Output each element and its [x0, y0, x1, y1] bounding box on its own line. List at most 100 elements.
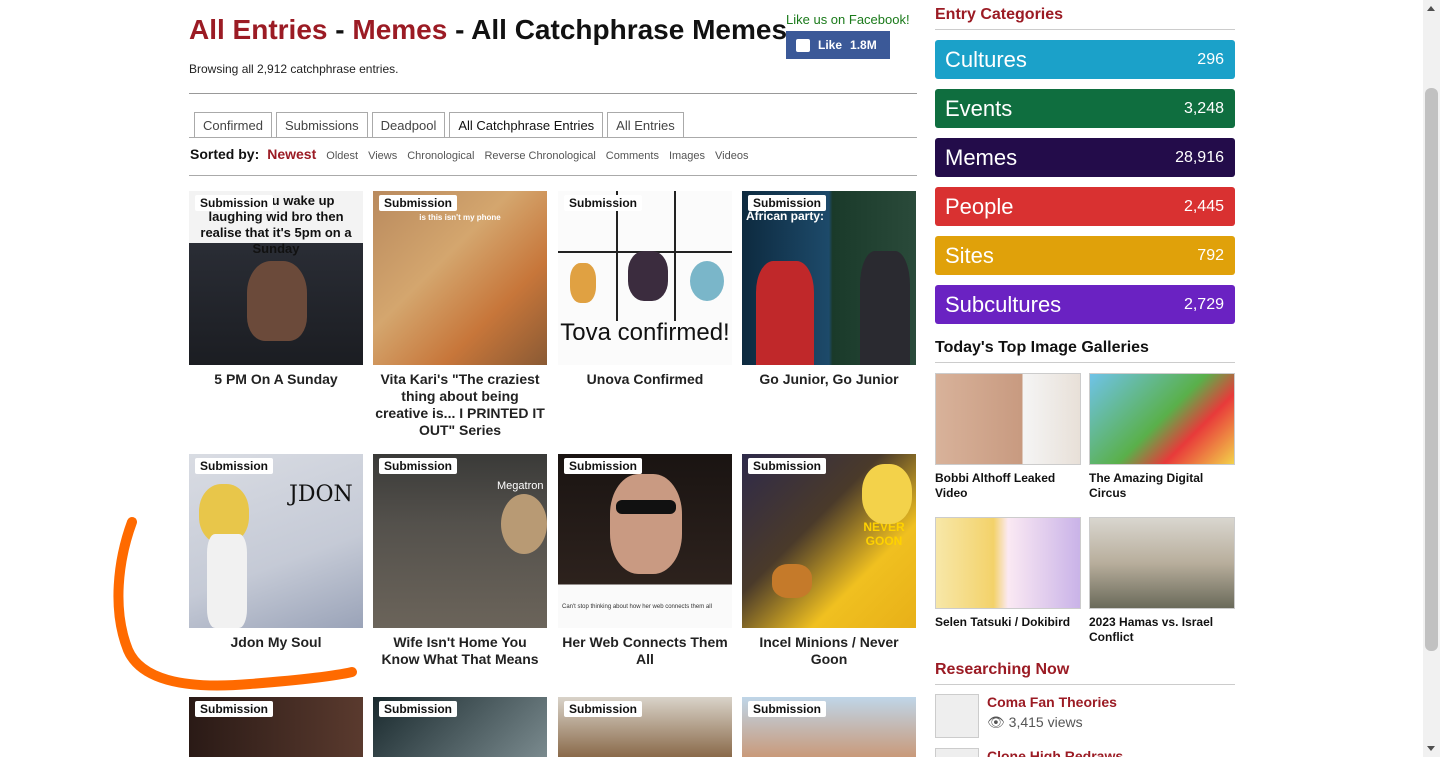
scrollbar-thumb[interactable] [1425, 88, 1438, 651]
gallery-title[interactable]: Selen Tatsuki / Dokibird [935, 615, 1081, 630]
entry-card[interactable]: NEVER GOON Submission Incel Minions / Ne… [742, 454, 916, 668]
like-label: Like [818, 38, 843, 52]
entry-title[interactable]: Incel Minions / Never Goon [742, 634, 916, 668]
sort-comments[interactable]: Comments [606, 150, 659, 162]
gallery-card[interactable]: Selen Tatsuki / Dokibird [935, 517, 1081, 630]
facebook-widget: Like us on Facebook! Like 1.8M [786, 12, 912, 59]
entry-thumbnail[interactable]: When you wake up laughing wid bro then r… [189, 191, 363, 365]
entry-card[interactable]: Submission [742, 697, 916, 757]
facebook-label: Like us on Facebook! [786, 12, 910, 27]
category-people[interactable]: People 2,445 [935, 187, 1235, 226]
entry-card[interactable]: Megatron on d Submission Wife Isn't Home… [373, 454, 547, 668]
gallery-thumbnail[interactable] [935, 517, 1081, 609]
entry-title[interactable]: 5 PM On A Sunday [189, 371, 363, 388]
gallery-card[interactable]: 2023 Hamas vs. Israel Conflict [1089, 517, 1235, 645]
entry-title[interactable]: Wife Isn't Home You Know What That Means [373, 634, 547, 668]
entry-card[interactable]: Submission [373, 697, 547, 757]
category-cultures[interactable]: Cultures 296 [935, 40, 1235, 79]
sort-images[interactable]: Images [669, 150, 705, 162]
sort-chronological[interactable]: Chronological [407, 150, 474, 162]
gallery-thumbnail[interactable] [935, 373, 1081, 465]
researching-thumbnail[interactable] [935, 694, 979, 738]
gallery-thumbnail[interactable] [1089, 373, 1235, 465]
entry-card[interactable]: Submission [558, 697, 732, 757]
researching-item[interactable]: Clone High Redraws [935, 748, 1123, 757]
entry-title[interactable]: Go Junior, Go Junior [742, 371, 916, 388]
tab-all-catchphrase-entries[interactable]: All Catchphrase Entries [449, 112, 604, 138]
tab-all-entries[interactable]: All Entries [607, 112, 684, 138]
page: All Entries - Memes - All Catchphrase Me… [0, 0, 1440, 757]
entry-title[interactable]: Vita Kari's "The craziest thing about be… [373, 371, 547, 439]
entry-thumbnail[interactable]: African party: Submission [742, 191, 916, 365]
gallery-title[interactable]: The Amazing Digital Circus [1089, 471, 1235, 501]
entry-card[interactable]: is this isn't my phone Submission Vita K… [373, 191, 547, 439]
pokemon-shape [570, 263, 596, 303]
researching-thumbnail[interactable] [935, 748, 979, 757]
thumbnail-text: is this isn't my phone [419, 213, 501, 222]
entry-thumbnail[interactable]: Submission [189, 697, 363, 757]
submission-badge: Submission [564, 701, 643, 717]
entry-thumbnail[interactable]: Megatron on d Submission [373, 454, 547, 628]
category-sites[interactable]: Sites 792 [935, 236, 1235, 275]
entry-thumbnail[interactable]: is this isn't my phone Submission [373, 191, 547, 365]
entry-card[interactable]: Submission [189, 697, 363, 757]
entry-thumbnail[interactable]: Submission [742, 697, 916, 757]
sort-label: Sorted by: [190, 146, 260, 162]
category-count: 2,729 [1183, 295, 1224, 313]
category-count: 3,248 [1183, 99, 1224, 117]
researching-item[interactable]: Coma Fan Theories 👁 3,415 views [935, 694, 1117, 738]
pokemon-shape [628, 251, 668, 301]
sort-reverse-chronological[interactable]: Reverse Chronological [484, 150, 595, 162]
entry-thumbnail[interactable]: Submission [558, 697, 732, 757]
researching-title[interactable]: Coma Fan Theories [987, 694, 1117, 710]
sort-newest[interactable]: Newest [267, 146, 316, 162]
vertical-scrollbar[interactable] [1423, 0, 1440, 757]
category-name: Memes [945, 144, 1018, 170]
category-memes[interactable]: Memes 28,916 [935, 138, 1235, 177]
thumbs-up-icon [796, 38, 810, 52]
thumbnail-text: African party: [746, 209, 825, 223]
entry-title[interactable]: Unova Confirmed [558, 371, 732, 388]
category-name: Events [945, 95, 1013, 121]
divider [189, 93, 917, 94]
divider [189, 175, 917, 176]
entry-card[interactable]: Tova confirmed! Submission Unova Confirm… [558, 191, 732, 388]
entry-title[interactable]: Her Web Connects Them All [558, 634, 732, 668]
tab-deadpool[interactable]: Deadpool [371, 112, 446, 138]
face-shape [610, 474, 682, 574]
submission-badge: Submission [748, 701, 827, 717]
gallery-thumbnail[interactable] [1089, 517, 1235, 609]
tab-confirmed[interactable]: Confirmed [194, 112, 272, 138]
researching-title[interactable]: Clone High Redraws [987, 748, 1123, 757]
sort-videos[interactable]: Videos [715, 150, 748, 162]
breadcrumb-memes[interactable]: Memes [352, 14, 447, 45]
gallery-title[interactable]: 2023 Hamas vs. Israel Conflict [1089, 615, 1235, 645]
tab-submissions[interactable]: Submissions [275, 112, 368, 138]
category-events[interactable]: Events 3,248 [935, 89, 1235, 128]
category-name: Sites [945, 242, 994, 268]
sort-oldest[interactable]: Oldest [326, 150, 358, 162]
entry-card[interactable]: When you wake up laughing wid bro then r… [189, 191, 363, 388]
entry-thumbnail[interactable]: Can't stop thinking about how her web co… [558, 454, 732, 628]
entry-thumbnail[interactable]: Tova confirmed! Submission [558, 191, 732, 365]
entry-card[interactable]: JDON Submission Jdon My Soul [189, 454, 363, 651]
entry-thumbnail[interactable]: JDON Submission [189, 454, 363, 628]
entry-card[interactable]: African party: Submission Go Junior, Go … [742, 191, 916, 388]
gallery-card[interactable]: Bobbi Althoff Leaked Video [935, 373, 1081, 501]
researching-heading: Researching Now [935, 661, 1070, 678]
entry-thumbnail[interactable]: Submission [373, 697, 547, 757]
entry-thumbnail[interactable]: NEVER GOON Submission [742, 454, 916, 628]
category-subcultures[interactable]: Subcultures 2,729 [935, 285, 1235, 324]
scroll-down-arrow-icon[interactable] [1427, 746, 1435, 751]
entry-card[interactable]: Can't stop thinking about how her web co… [558, 454, 732, 668]
scroll-up-arrow-icon[interactable] [1427, 6, 1435, 11]
gallery-title[interactable]: Bobbi Althoff Leaked Video [935, 471, 1081, 501]
entry-title[interactable]: Jdon My Soul [189, 634, 363, 651]
gallery-card[interactable]: The Amazing Digital Circus [1089, 373, 1235, 501]
sort-views[interactable]: Views [368, 150, 397, 162]
category-count: 2,445 [1183, 197, 1224, 215]
pokemon-shape [690, 261, 724, 301]
thumbnail-text: NEVER GOON [863, 520, 905, 548]
facebook-like-button[interactable]: Like 1.8M [786, 31, 890, 59]
breadcrumb-all-entries[interactable]: All Entries [189, 14, 327, 45]
